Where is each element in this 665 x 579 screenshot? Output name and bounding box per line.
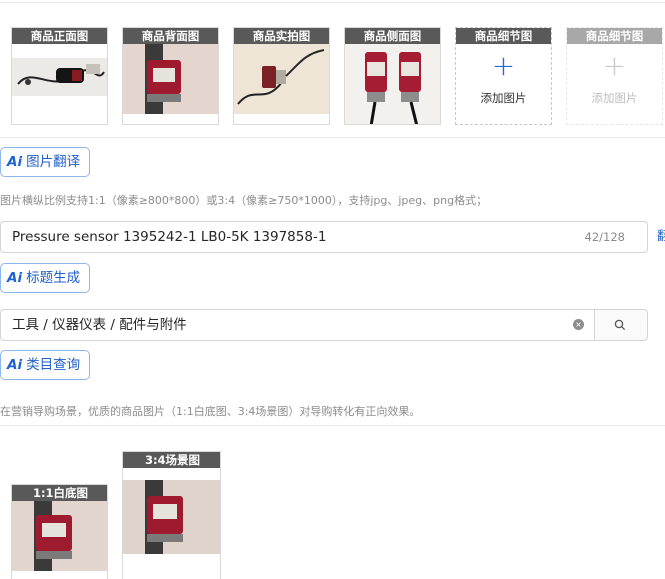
section-divider (0, 425, 665, 426)
add-image-label: 添加图片 (480, 91, 527, 105)
category-input-value: 工具 / 仪器仪表 / 配件与附件 (12, 317, 187, 333)
category-input[interactable]: 工具 / 仪器仪表 / 配件与附件 × (0, 309, 595, 341)
section-divider (0, 137, 665, 138)
plus-icon: + (602, 49, 627, 82)
image-slot-front[interactable]: 商品正面图 (11, 27, 108, 125)
category-search-button[interactable] (595, 309, 648, 341)
slot-label: 商品侧面图 (345, 28, 440, 44)
image-slot-side[interactable]: 商品侧面图 (344, 27, 441, 125)
title-char-counter: 42/128 (584, 230, 625, 244)
guide-hint: 在营销导购场景，优质的商品图片（1:1白底图、3:4场景图）对导购转化有正向效果… (0, 405, 421, 418)
slot-label: 商品正面图 (12, 28, 107, 44)
product-photo-real (234, 44, 329, 114)
ai-category-query-label: 类目查询 (26, 357, 81, 373)
product-photo-front (12, 58, 107, 96)
product-photo-white-bg (12, 501, 107, 571)
image-slot-detail-add[interactable]: 商品细节图 + 添加图片 (455, 27, 552, 125)
slot-label: 商品细节图 (456, 28, 551, 44)
image-slot-white-bg[interactable]: 1:1白底图 (11, 484, 108, 579)
ai-image-translate-button[interactable]: Ai 图片翻译 (0, 147, 91, 177)
product-photo-side (345, 44, 440, 124)
ai-icon: Ai (7, 357, 23, 373)
product-photo-scene (123, 480, 220, 554)
slot-label: 商品背面图 (123, 28, 218, 44)
clear-icon[interactable]: × (573, 319, 584, 330)
top-divider (0, 2, 665, 3)
translate-link[interactable]: 翻 (657, 225, 665, 244)
image-slot-scene[interactable]: 3:4场景图 (122, 451, 221, 579)
slot-label: 1:1白底图 (12, 485, 107, 501)
ai-category-query-button[interactable]: Ai 类目查询 (0, 350, 91, 380)
slot-label: 商品细节图 (567, 28, 662, 44)
image-requirement-hint: 图片横纵比例支持1:1（像素≥800*800）或3:4（像素≥750*1000）… (0, 194, 488, 207)
title-input-value: Pressure sensor 1395242-1 LB0-5K 1397858… (12, 229, 327, 245)
product-photo-back (123, 44, 218, 114)
slot-label: 商品实拍图 (234, 28, 329, 44)
plus-icon: + (491, 49, 516, 82)
image-slot-back[interactable]: 商品背面图 (122, 27, 219, 125)
add-image-label: 添加图片 (591, 91, 638, 105)
ai-title-generate-button[interactable]: Ai 标题生成 (0, 263, 91, 293)
ai-title-generate-label: 标题生成 (26, 270, 81, 286)
search-icon (614, 319, 626, 331)
ai-image-translate-label: 图片翻译 (26, 154, 81, 170)
ai-icon: Ai (7, 270, 23, 286)
image-slot-detail-add-disabled[interactable]: 商品细节图 + 添加图片 (566, 27, 663, 125)
slot-label: 3:4场景图 (123, 452, 220, 468)
image-slot-real-shot[interactable]: 商品实拍图 (233, 27, 330, 125)
ai-icon: Ai (7, 154, 23, 170)
title-input[interactable]: Pressure sensor 1395242-1 LB0-5K 1397858… (0, 221, 648, 253)
